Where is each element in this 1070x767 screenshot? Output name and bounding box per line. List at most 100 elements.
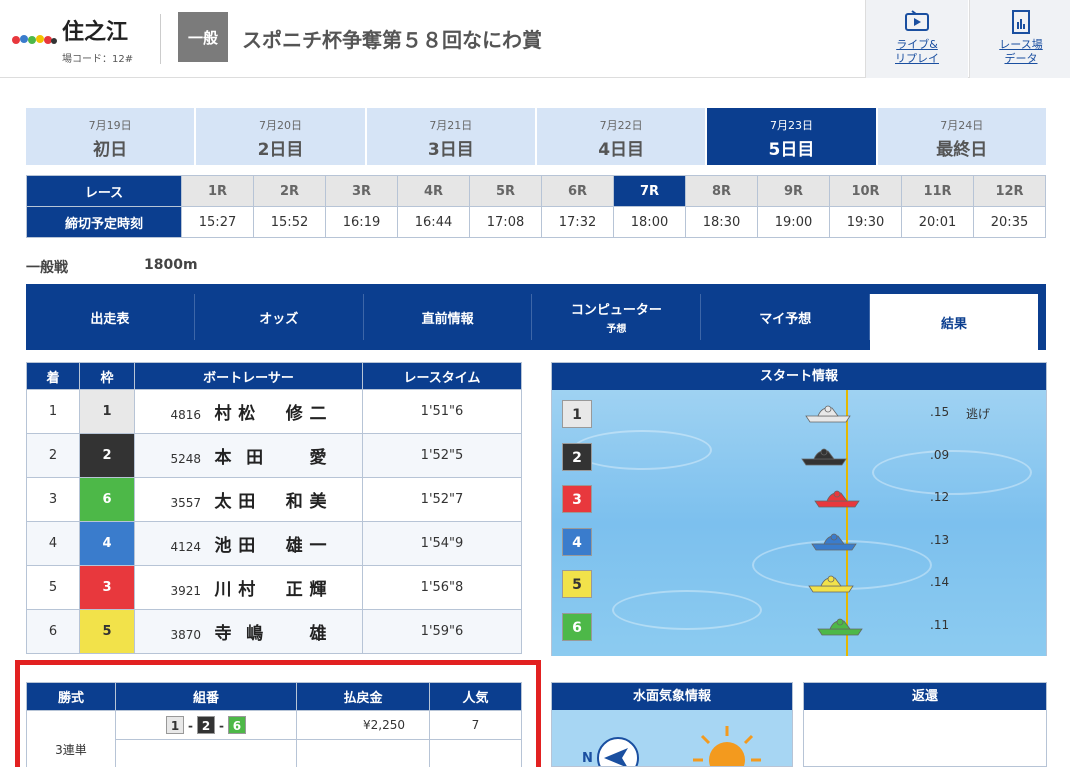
boat-icon bbox=[814, 490, 860, 508]
racer-name[interactable]: 寺嶋 雄 bbox=[215, 619, 327, 644]
col-race-time: レースタイム bbox=[362, 362, 522, 390]
racer-cell: 3870 寺嶋 雄 bbox=[134, 609, 363, 654]
tab-label: 出走表 bbox=[90, 311, 130, 327]
race-tab-7[interactable]: 7R bbox=[613, 175, 686, 207]
racer-number: 3557 bbox=[170, 496, 202, 510]
tab-odds[interactable]: オッズ bbox=[195, 294, 364, 340]
place: 5 bbox=[26, 565, 80, 610]
racer-number: 5248 bbox=[170, 452, 202, 466]
start-lane: 6.11 bbox=[562, 612, 1042, 643]
venue-logo-icon bbox=[12, 35, 57, 44]
sun-icon bbox=[693, 726, 761, 766]
start-water-area: 1.15 逃げ 2.09 3.12 4.13 5.14 6.11 bbox=[552, 390, 1046, 656]
day-tab-6[interactable]: 7月24日 最終日 bbox=[877, 108, 1046, 165]
day-tab-3[interactable]: 7月21日 3日目 bbox=[366, 108, 535, 165]
lane-number: 1 bbox=[562, 400, 592, 428]
place: 4 bbox=[26, 521, 80, 566]
racer-name[interactable]: 太田 和美 bbox=[215, 487, 327, 512]
place: 2 bbox=[26, 433, 80, 478]
race-time: 1'52"5 bbox=[362, 433, 522, 478]
deadline-row: 締切予定時刻 15:27 15:52 16:19 16:44 17:08 17:32 18:… bbox=[26, 206, 1046, 238]
result-row: 4 4 4124 池田 雄一 1'54"9 bbox=[26, 521, 522, 566]
lane-number: 5 bbox=[562, 570, 592, 598]
race-tab-2[interactable]: 2R bbox=[253, 175, 326, 207]
race-tab-9[interactable]: 9R bbox=[757, 175, 830, 207]
racer-cell: 3921 川村 正輝 bbox=[134, 565, 363, 610]
racer-cell: 4816 村松 修二 bbox=[134, 389, 363, 434]
payout-popularity: 7 bbox=[429, 710, 522, 740]
day-tab-5[interactable]: 7月23日 5日目 bbox=[707, 108, 876, 165]
col-popularity: 人気 bbox=[429, 682, 522, 711]
race-tab-12[interactable]: 12R bbox=[973, 175, 1046, 207]
tab-entry-list[interactable]: 出走表 bbox=[26, 294, 195, 340]
day-name: 5日目 bbox=[768, 140, 815, 160]
day-tab-1[interactable]: 7月19日 初日 bbox=[26, 108, 195, 165]
race-time: 1'51"6 bbox=[362, 389, 522, 434]
start-timing: .13 bbox=[930, 532, 950, 547]
start-timing: .09 bbox=[930, 447, 950, 462]
combo-cell: 1-2-6 bbox=[115, 710, 297, 740]
day-tab-2[interactable]: 7月20日 2日目 bbox=[196, 108, 365, 165]
day-tabs: 7月19日 初日 7月20日 2日目 7月21日 3日目 7月22日 4日目 7月23日… bbox=[26, 108, 1046, 165]
tab-my-prediction[interactable]: マイ予想 bbox=[701, 294, 871, 340]
race-tab-3[interactable]: 3R bbox=[325, 175, 398, 207]
race-tab-1[interactable]: 1R bbox=[181, 175, 254, 207]
lane-number: 6 bbox=[562, 612, 592, 641]
combo-frame-3: 6 bbox=[227, 716, 246, 734]
day-name: 2日目 bbox=[257, 140, 304, 160]
col-bet-type: 勝式 bbox=[26, 682, 116, 711]
payout-table: 勝式 組番 払戻金 人気 3連単 1-2-6 ¥2,250 7 bbox=[26, 682, 522, 767]
tv-icon bbox=[905, 10, 929, 31]
start-timing: .14 bbox=[930, 575, 950, 589]
payout-row: 3連単 1-2-6 ¥2,250 7 bbox=[26, 710, 522, 767]
race-tab-6[interactable]: 6R bbox=[541, 175, 614, 207]
combo-frame-1: 1 bbox=[166, 716, 185, 734]
race-tab-11[interactable]: 11R bbox=[901, 175, 974, 207]
document-chart-icon bbox=[1012, 10, 1030, 34]
race-number-row: レース 1R 2R 3R 4R 5R 6R 7R 8R 9R 10R 11R 12R bbox=[26, 175, 1046, 207]
racer-name[interactable]: 川村 正輝 bbox=[215, 575, 327, 600]
race-title: スポニチ杯争奪第５８回なにわ賞 bbox=[242, 28, 542, 52]
refund-title: 返還 bbox=[804, 683, 1046, 710]
racer-name[interactable]: 村松 修二 bbox=[215, 399, 327, 424]
race-tab-8[interactable]: 8R bbox=[685, 175, 758, 207]
racer-name[interactable]: 本田 愛 bbox=[215, 443, 327, 468]
tab-results[interactable]: 結果 bbox=[870, 294, 1038, 350]
col-racer: ボートレーサー bbox=[134, 362, 363, 390]
weather-title: 水面気象情報 bbox=[552, 683, 792, 710]
boat-icon bbox=[808, 575, 854, 593]
start-info-title: スタート情報 bbox=[552, 363, 1046, 390]
boat-icon bbox=[817, 618, 863, 635]
result-row: 2 2 5248 本田 愛 1'52"5 bbox=[26, 433, 522, 478]
deadline-time: 15:52 bbox=[253, 206, 326, 238]
race-tab-4[interactable]: 4R bbox=[397, 175, 470, 207]
lane-number: 4 bbox=[562, 527, 592, 556]
live-replay-button[interactable]: ライブ& リプレイ bbox=[865, 0, 968, 78]
boat-icon bbox=[801, 448, 847, 465]
race-tab-10[interactable]: 10R bbox=[829, 175, 902, 207]
result-row: 5 3 3921 川村 正輝 1'56"8 bbox=[26, 565, 522, 610]
venue-data-label: レース場 データ bbox=[999, 38, 1043, 65]
tab-pre-race-info[interactable]: 直前情報 bbox=[364, 294, 533, 340]
bet-type: 3連単 bbox=[26, 710, 116, 767]
tab-computer-prediction[interactable]: コンピューター 予想 bbox=[532, 294, 702, 340]
race-time: 1'52"7 bbox=[362, 477, 522, 522]
header-divider bbox=[160, 14, 161, 64]
result-row: 3 6 3557 太田 和美 1'52"7 bbox=[26, 477, 522, 522]
venue-data-button[interactable]: レース場 データ bbox=[969, 0, 1070, 78]
tab-label: マイ予想 bbox=[759, 311, 812, 327]
frame-badge: 3 bbox=[79, 565, 135, 610]
day-tab-4[interactable]: 7月22日 4日目 bbox=[536, 108, 706, 165]
race-tab-5[interactable]: 5R bbox=[469, 175, 542, 207]
frame-badge: 6 bbox=[79, 477, 135, 522]
venue-code: 場コード：12# bbox=[62, 54, 134, 65]
day-name: 初日 bbox=[93, 140, 128, 160]
racer-name[interactable]: 池田 雄一 bbox=[215, 531, 327, 556]
frame-badge: 4 bbox=[79, 521, 135, 566]
combo-sep: - bbox=[219, 719, 224, 733]
racer-cell: 3557 太田 和美 bbox=[134, 477, 363, 522]
tab-sublabel: 予想 bbox=[606, 324, 627, 335]
empty-cell bbox=[115, 739, 297, 767]
col-combo: 組番 bbox=[115, 682, 297, 711]
place: 3 bbox=[26, 477, 80, 522]
